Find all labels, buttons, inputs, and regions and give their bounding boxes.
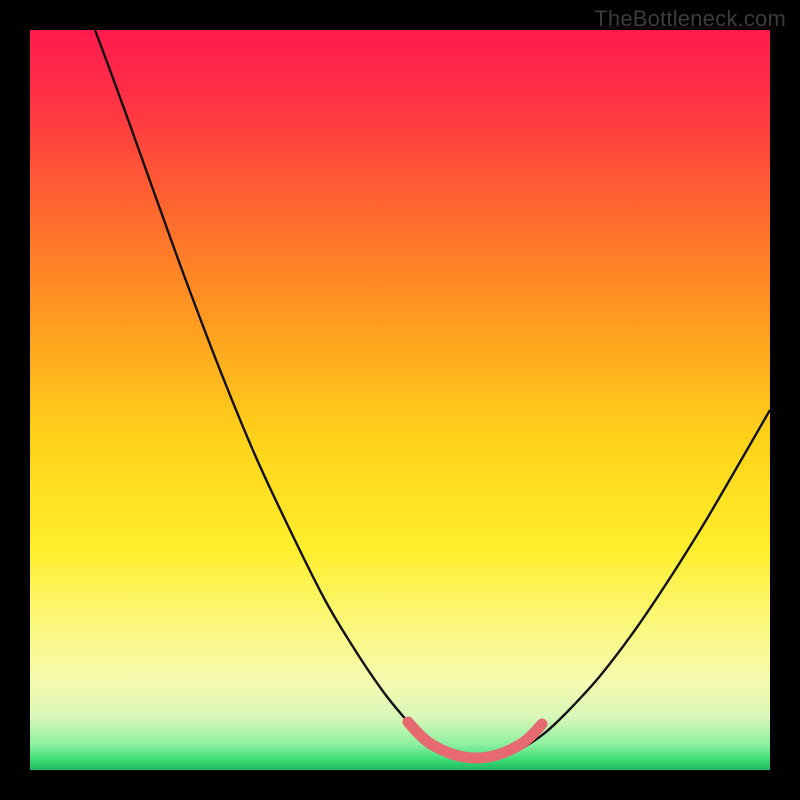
gradient-background — [30, 30, 770, 770]
chart-frame: TheBottleneck.com — [0, 0, 800, 800]
watermark-label: TheBottleneck.com — [594, 6, 786, 32]
plot-area — [30, 30, 770, 770]
chart-canvas — [30, 30, 770, 770]
